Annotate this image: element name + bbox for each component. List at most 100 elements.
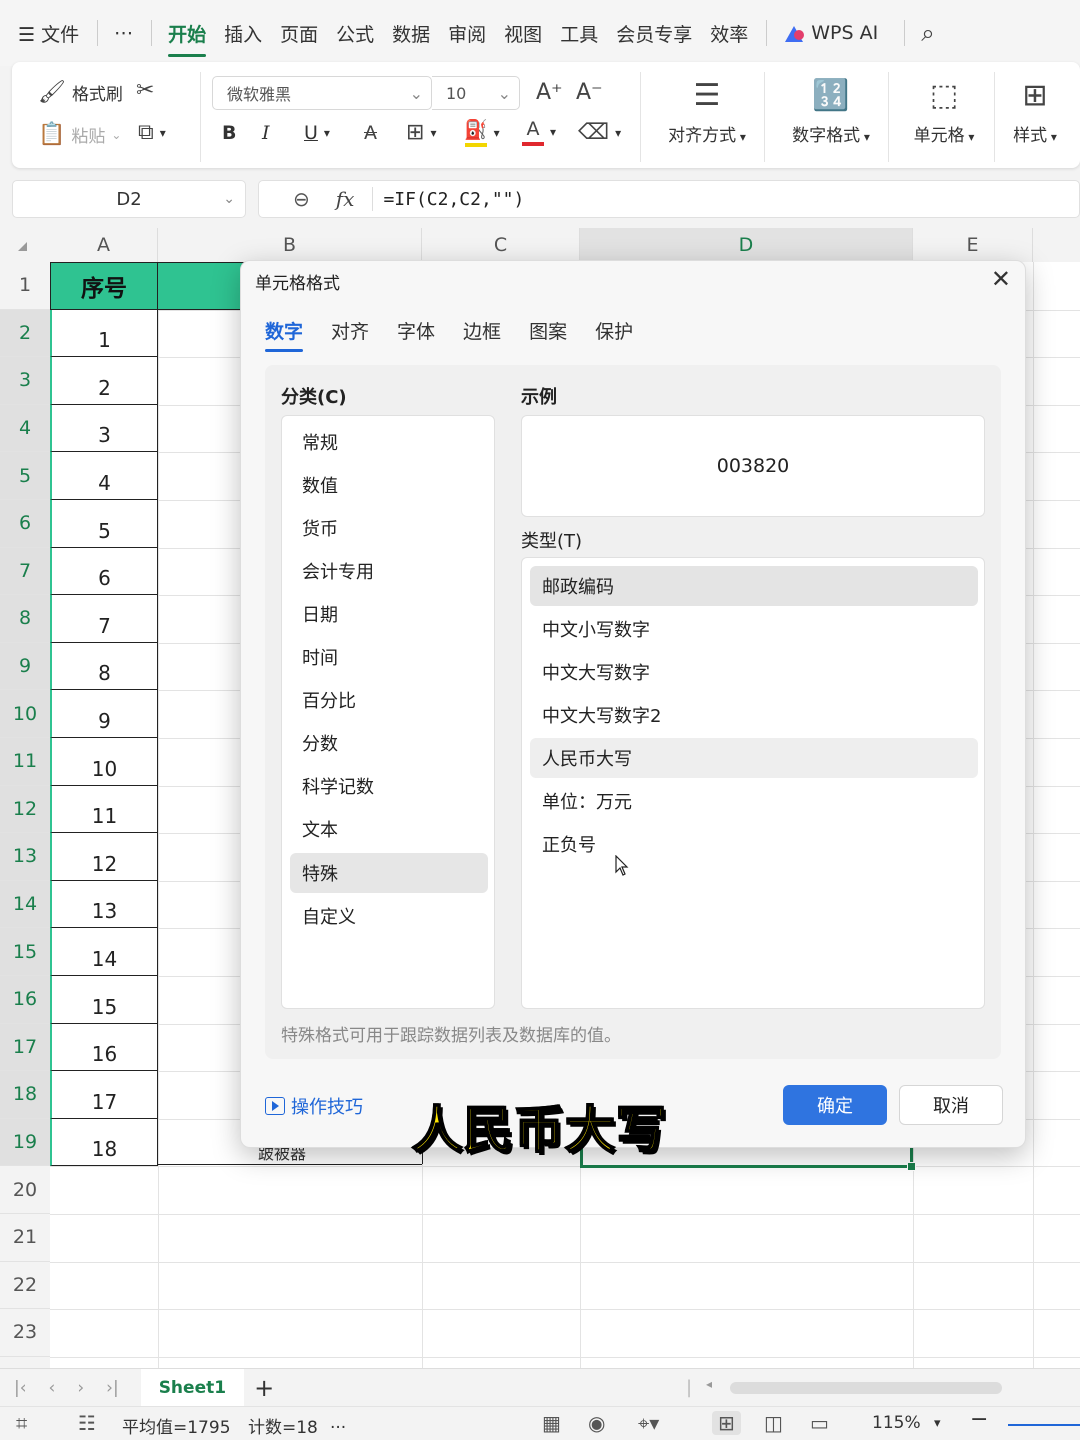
category-item-fraction[interactable]: 分数	[290, 723, 488, 763]
row-header-4[interactable]: 4	[0, 404, 50, 453]
menu-home[interactable]: 开始	[168, 20, 207, 57]
cell-a4[interactable]: 3	[50, 404, 158, 453]
font-size-select[interactable]: 10 ⌄	[432, 76, 520, 110]
cell-a8[interactable]: 7	[50, 595, 158, 643]
tab-number[interactable]: 数字	[265, 317, 304, 352]
category-item-accounting[interactable]: 会计专用	[290, 551, 488, 591]
formula-bar[interactable]: ⊖ fx =IF(C2,C2,"")	[258, 180, 1080, 218]
cell-a7[interactable]: 6	[50, 547, 158, 596]
next-sheet-icon[interactable]: ›	[77, 1378, 84, 1398]
type-item-postal-code[interactable]: 邮政编码	[530, 566, 978, 606]
row-header-10[interactable]: 10	[0, 690, 50, 738]
chevron-down-icon[interactable]: ▾	[934, 1416, 941, 1431]
formula-text[interactable]: =IF(C2,C2,"")	[383, 189, 524, 210]
column-header-b[interactable]: B	[158, 228, 422, 262]
cell-a17[interactable]: 16	[50, 1023, 158, 1072]
row-header-14[interactable]: 14	[0, 880, 50, 929]
fill-color-button[interactable]: ⛽ ▾	[464, 118, 500, 147]
row-header-17[interactable]: 17	[0, 1023, 50, 1072]
tab-split-handle[interactable]: |	[686, 1377, 692, 1398]
category-item-percentage[interactable]: 百分比	[290, 680, 488, 720]
page-break-view-icon[interactable]: ▭	[810, 1411, 829, 1435]
row-header-22[interactable]: 22	[0, 1261, 50, 1310]
data-view-icon[interactable]: ▦	[542, 1411, 561, 1435]
name-box[interactable]: D2 ⌄	[12, 180, 246, 218]
cell-a11[interactable]: 10	[50, 738, 158, 786]
category-item-special[interactable]: 特殊	[290, 853, 488, 893]
tab-protection[interactable]: 保护	[595, 317, 633, 350]
zoom-search-icon[interactable]: ⊖	[293, 187, 310, 211]
zoom-level[interactable]: 115%	[872, 1413, 921, 1433]
cell-a19[interactable]: 18	[50, 1118, 158, 1167]
sheet-tab-sheet1[interactable]: Sheet1	[140, 1368, 245, 1407]
normal-view-icon[interactable]: ⊞	[712, 1411, 741, 1435]
number-format-button[interactable]: 🔢 数字格式 ▾	[774, 78, 888, 146]
menu-formula[interactable]: 公式	[336, 20, 374, 47]
cell-a14[interactable]: 13	[50, 880, 158, 929]
cell-a10[interactable]: 9	[50, 690, 158, 738]
type-item-unit-ten-thousand[interactable]: 单位：万元	[530, 781, 978, 821]
category-item-custom[interactable]: 自定义	[290, 896, 488, 936]
cell-a5[interactable]: 4	[50, 452, 158, 500]
paste-button[interactable]: 📋 粘贴 ⌄	[38, 122, 121, 147]
menu-member[interactable]: 会员专享	[616, 20, 692, 47]
wps-ai-button[interactable]: WPS AI	[783, 22, 878, 44]
row-header-19[interactable]: 19	[0, 1118, 50, 1167]
row-header-16[interactable]: 16	[0, 976, 50, 1024]
sheet-list-icon[interactable]: ☷	[78, 1411, 96, 1435]
type-item-rmb-uppercase[interactable]: 人民币大写	[530, 738, 978, 778]
freeze-icon[interactable]: ⌖▾	[638, 1411, 659, 1435]
row-header-3[interactable]: 3	[0, 357, 50, 405]
last-sheet-icon[interactable]: ›|	[106, 1378, 119, 1398]
cancel-button[interactable]: 取消	[899, 1085, 1003, 1125]
cell-a9[interactable]: 8	[50, 642, 158, 691]
page-layout-view-icon[interactable]: ◫	[764, 1411, 783, 1435]
fx-icon[interactable]: fx	[336, 187, 355, 211]
menu-efficiency[interactable]: 效率	[710, 20, 748, 47]
bold-button[interactable]: B	[222, 122, 236, 144]
cell-a18[interactable]: 17	[50, 1071, 158, 1119]
cell-a16[interactable]: 15	[50, 976, 158, 1024]
category-item-currency[interactable]: 货币	[290, 508, 488, 548]
row-header-21[interactable]: 21	[0, 1214, 50, 1262]
horizontal-scrollbar[interactable]	[730, 1382, 1002, 1394]
menu-page[interactable]: 页面	[280, 20, 318, 47]
increase-font-button[interactable]: A⁺	[536, 80, 563, 105]
tab-alignment[interactable]: 对齐	[331, 317, 369, 350]
type-item-sign[interactable]: 正负号	[530, 824, 978, 864]
type-item-chinese-lower-number[interactable]: 中文小写数字	[530, 609, 978, 649]
cut-button[interactable]: ✂	[136, 78, 154, 103]
menu-view[interactable]: 视图	[504, 20, 542, 47]
row-header-23[interactable]: 23	[0, 1309, 50, 1357]
menu-tools[interactable]: 工具	[560, 20, 598, 47]
row-header-9[interactable]: 9	[0, 642, 50, 691]
cell-a15[interactable]: 14	[50, 928, 158, 976]
font-color-button[interactable]: A ▾	[522, 118, 556, 146]
menu-data[interactable]: 数据	[392, 20, 430, 47]
menu-review[interactable]: 审阅	[448, 20, 486, 47]
column-header-f[interactable]	[1033, 228, 1080, 262]
status-more[interactable]: ...	[330, 1413, 346, 1433]
underline-button[interactable]: U ▾	[304, 122, 330, 144]
tab-pattern[interactable]: 图案	[529, 317, 567, 350]
cell-a6[interactable]: 5	[50, 500, 158, 548]
add-sheet-icon[interactable]: +	[254, 1374, 274, 1402]
border-button[interactable]: ⊞ ▾	[406, 120, 436, 145]
row-header-13[interactable]: 13	[0, 833, 50, 881]
style-button[interactable]: ⊞ 样式 ▾	[1000, 78, 1070, 146]
cell-a12[interactable]: 11	[50, 785, 158, 834]
category-item-scientific[interactable]: 科学记数	[290, 766, 488, 806]
row-header-8[interactable]: 8	[0, 595, 50, 643]
tab-border[interactable]: 边框	[463, 317, 501, 350]
row-header-20[interactable]: 20	[0, 1166, 50, 1214]
column-header-d[interactable]: D	[580, 228, 913, 262]
ok-button[interactable]: 确定	[783, 1085, 887, 1125]
font-name-select[interactable]: 微软雅黑 ⌄	[212, 76, 432, 110]
menu-file[interactable]: ☰ 文件	[18, 20, 79, 47]
zoom-out-icon[interactable]: −	[970, 1407, 988, 1432]
category-item-time[interactable]: 时间	[290, 637, 488, 677]
scroll-left-icon[interactable]: ◂	[706, 1377, 712, 1391]
close-icon[interactable]: ✕	[991, 265, 1011, 293]
category-item-general[interactable]: 常规	[290, 422, 488, 462]
type-item-chinese-upper-number-2[interactable]: 中文大写数字2	[530, 695, 978, 735]
